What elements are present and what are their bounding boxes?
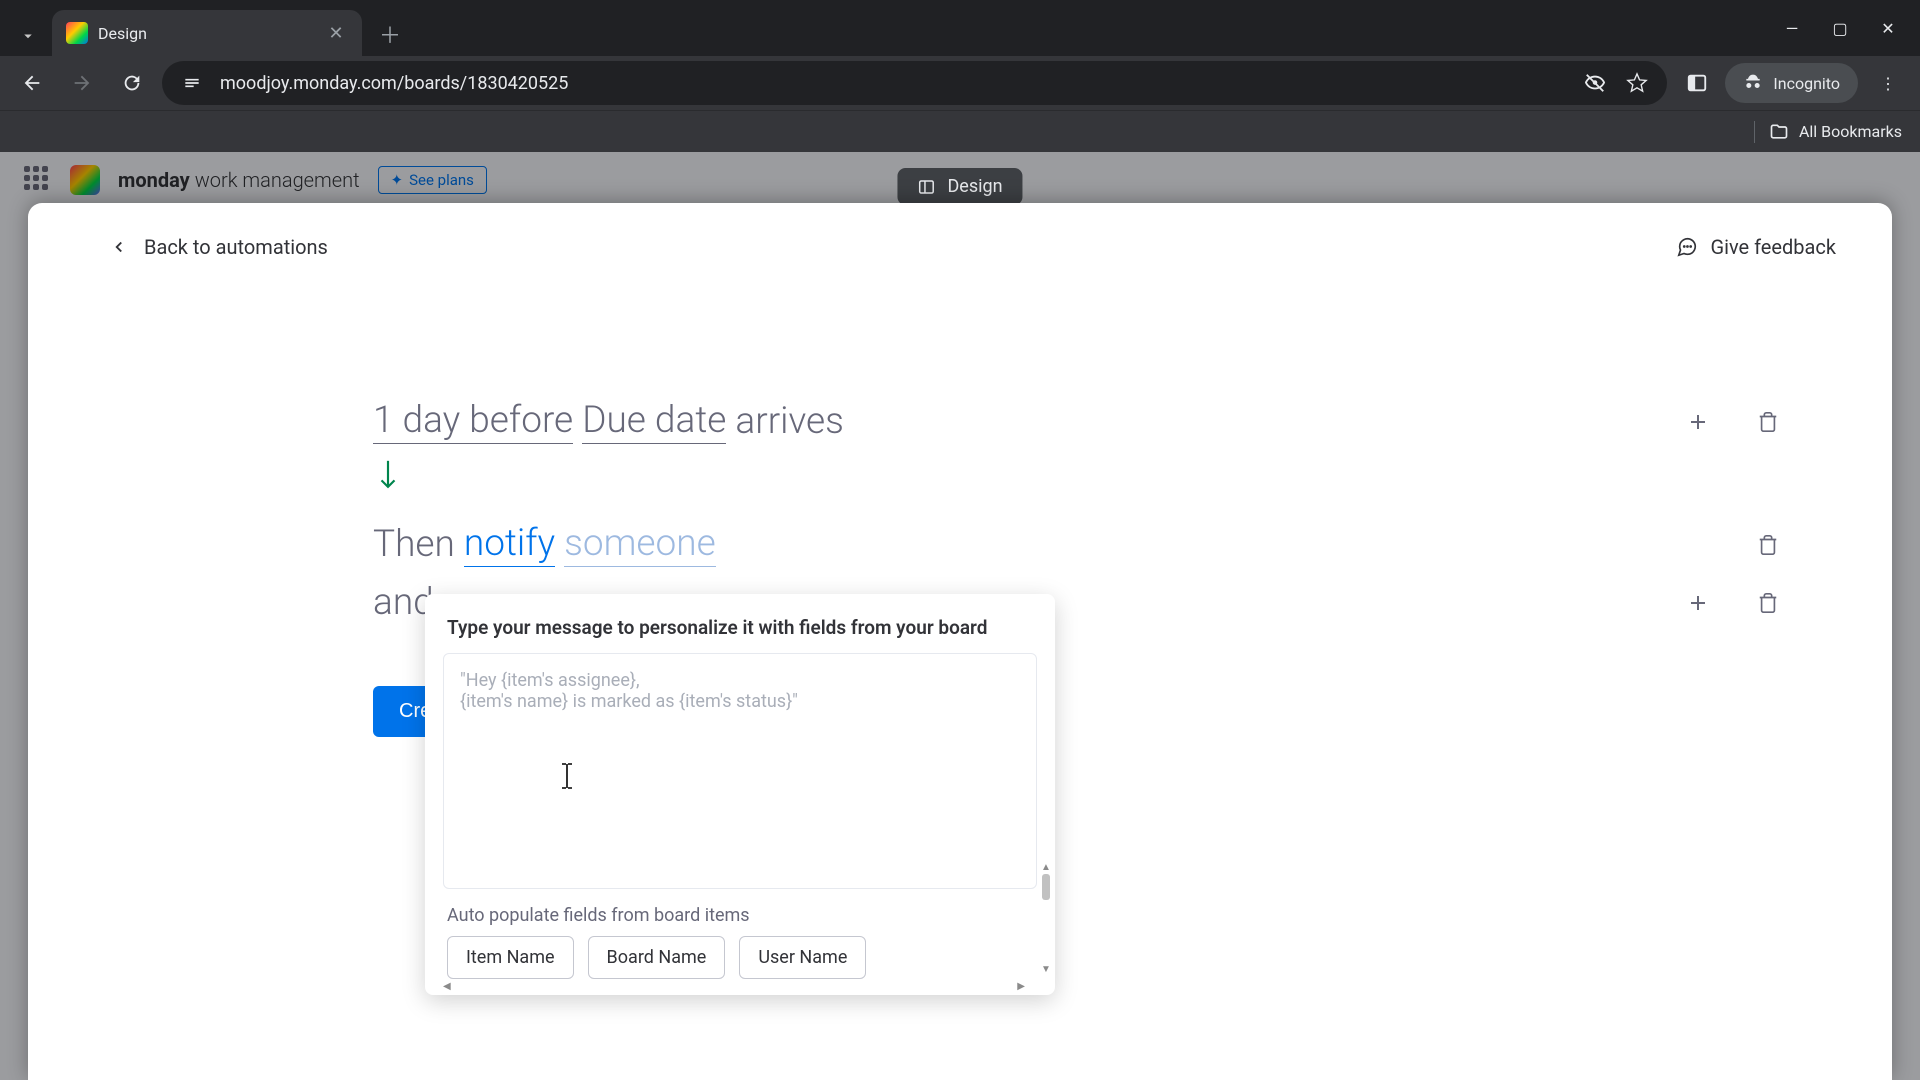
divider <box>1754 121 1755 143</box>
incognito-chip[interactable]: Incognito <box>1725 63 1858 103</box>
window-minimize-button[interactable]: — <box>1782 19 1802 38</box>
bookmarks-bar: All Bookmarks <box>0 110 1920 152</box>
side-panel-icon[interactable] <box>1685 71 1709 95</box>
popup-scrollbar-vertical[interactable]: ▲ ▼ <box>1040 862 1052 975</box>
nav-back-button[interactable] <box>12 63 52 103</box>
autopop-label: Auto populate fields from board items <box>425 889 1055 936</box>
back-to-automations-link[interactable]: Back to automations <box>110 235 328 259</box>
all-bookmarks-button[interactable]: All Bookmarks <box>1769 122 1902 142</box>
notify-popup-title: Type your message to personalize it with… <box>425 614 1055 653</box>
tab-title: Design <box>98 24 314 43</box>
add-action-button[interactable] <box>1684 589 1712 617</box>
browser-menu-button[interactable]: ⋮ <box>1868 63 1908 103</box>
delete-and-action-button[interactable] <box>1754 589 1782 617</box>
delete-trigger-button[interactable] <box>1754 408 1782 436</box>
action-verb-dropdown[interactable]: notify <box>464 522 555 567</box>
url-bar[interactable]: moodjoy.monday.com/boards/1830420525 <box>162 61 1667 105</box>
tab-bar: Design ✕ ＋ <box>0 0 1760 56</box>
notify-placeholder: "Hey {item's assignee}, {item's name} is… <box>460 670 1020 712</box>
browser-tab-strip: Design ✕ ＋ — ▢ ✕ <box>0 0 1920 56</box>
browser-tab-active[interactable]: Design ✕ <box>52 10 362 56</box>
all-bookmarks-label: All Bookmarks <box>1799 122 1902 141</box>
chip-board-name[interactable]: Board Name <box>588 936 726 979</box>
delete-action-button[interactable] <box>1754 531 1782 559</box>
new-tab-button[interactable]: ＋ <box>372 16 408 52</box>
feedback-label: Give feedback <box>1710 235 1836 259</box>
action-notify-row: Then notify someone <box>373 522 1562 567</box>
chip-user-name[interactable]: User Name <box>739 936 866 979</box>
add-condition-button[interactable] <box>1684 408 1712 436</box>
nav-reload-button[interactable] <box>112 63 152 103</box>
site-settings-icon[interactable] <box>180 71 204 95</box>
search-tabs-button[interactable] <box>8 16 48 56</box>
notify-message-popup: Type your message to personalize it with… <box>425 594 1055 995</box>
popup-scrollbar-horizontal[interactable]: ◀▶ <box>443 979 1025 993</box>
notify-message-textarea[interactable]: "Hey {item's assignee}, {item's name} is… <box>443 653 1037 889</box>
page-title-pill: Design <box>897 168 1022 205</box>
give-feedback-link[interactable]: Give feedback <box>1676 235 1836 259</box>
tab-close-button[interactable]: ✕ <box>324 21 348 45</box>
trigger-date-field-dropdown[interactable]: Due date <box>582 399 726 444</box>
text-cursor-icon <box>559 762 575 794</box>
monday-favicon-icon <box>66 22 88 44</box>
window-controls: — ▢ ✕ <box>1760 19 1920 38</box>
window-close-button[interactable]: ✕ <box>1878 19 1898 38</box>
back-label: Back to automations <box>144 235 328 259</box>
page-pill-label: Design <box>947 176 1002 197</box>
modal-header: Back to automations Give feedback <box>28 203 1892 259</box>
action-target-dropdown[interactable]: someone <box>564 522 716 567</box>
url-text: moodjoy.monday.com/boards/1830420525 <box>220 73 1567 94</box>
incognito-label: Incognito <box>1773 74 1840 93</box>
browser-toolbar: moodjoy.monday.com/boards/1830420525 Inc… <box>0 56 1920 110</box>
action-prefix: Then <box>373 523 455 566</box>
window-maximize-button[interactable]: ▢ <box>1830 19 1850 38</box>
trigger-suffix: arrives <box>735 400 844 443</box>
bookmark-star-icon[interactable] <box>1625 71 1649 95</box>
flow-arrow-icon <box>375 458 1562 498</box>
nav-forward-button[interactable] <box>62 63 102 103</box>
eye-off-icon[interactable] <box>1583 71 1607 95</box>
chip-item-name[interactable]: Item Name <box>447 936 574 979</box>
trigger-row: 1 day before Due date arrives <box>373 399 1562 444</box>
trigger-time-dropdown[interactable]: 1 day before <box>373 399 573 444</box>
